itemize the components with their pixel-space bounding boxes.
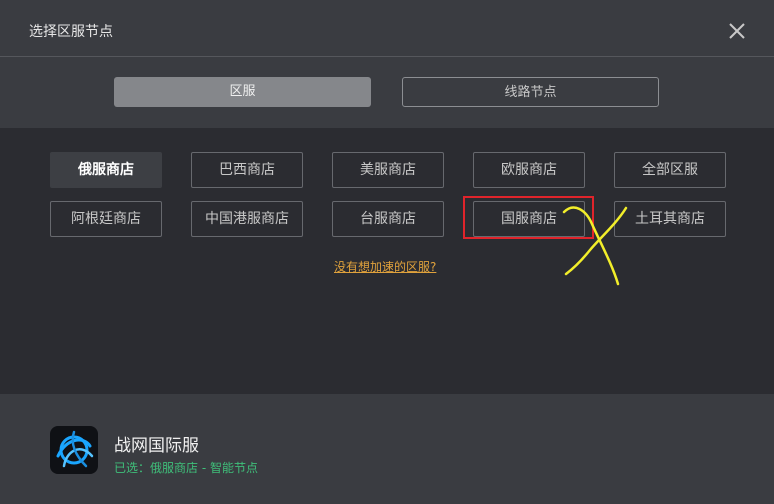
close-icon[interactable]	[726, 20, 748, 42]
yellow-x-scribble	[562, 206, 628, 286]
region-brazil-store[interactable]: 巴西商店	[191, 152, 303, 188]
dialog-title: 选择区服节点	[29, 24, 113, 40]
missing-region-link[interactable]: 没有想加速的区服?	[334, 258, 436, 275]
tab-region[interactable]: 区服	[114, 77, 371, 107]
tab-route-node[interactable]: 线路节点	[402, 77, 659, 107]
region-us-store[interactable]: 美服商店	[332, 152, 444, 188]
region-grid: 俄服商店 巴西商店 美服商店 欧服商店 全部区服 阿根廷商店 中国港服商店 台服…	[0, 128, 774, 394]
footer: 战网国际服 已选：俄服商店 - 智能节点	[0, 394, 774, 504]
region-argentina-store[interactable]: 阿根廷商店	[50, 201, 162, 237]
battlenet-icon	[50, 426, 98, 474]
region-eu-store[interactable]: 欧服商店	[473, 152, 585, 188]
app-name: 战网国际服	[114, 436, 199, 456]
dialog-header: 选择区服节点	[0, 0, 774, 57]
region-turkey-store[interactable]: 土耳其商店	[614, 201, 726, 237]
tab-bar: 区服 线路节点	[0, 57, 774, 128]
region-russia-store[interactable]: 俄服商店	[50, 152, 162, 188]
region-all[interactable]: 全部区服	[614, 152, 726, 188]
region-hongkong-store[interactable]: 中国港服商店	[191, 201, 303, 237]
region-taiwan-store[interactable]: 台服商店	[332, 201, 444, 237]
selection-status: 已选：俄服商店 - 智能节点	[114, 461, 258, 475]
region-select-dialog: 选择区服节点 区服 线路节点 俄服商店 巴西商店 美服商店 欧服商店 全部区服 …	[0, 0, 774, 504]
